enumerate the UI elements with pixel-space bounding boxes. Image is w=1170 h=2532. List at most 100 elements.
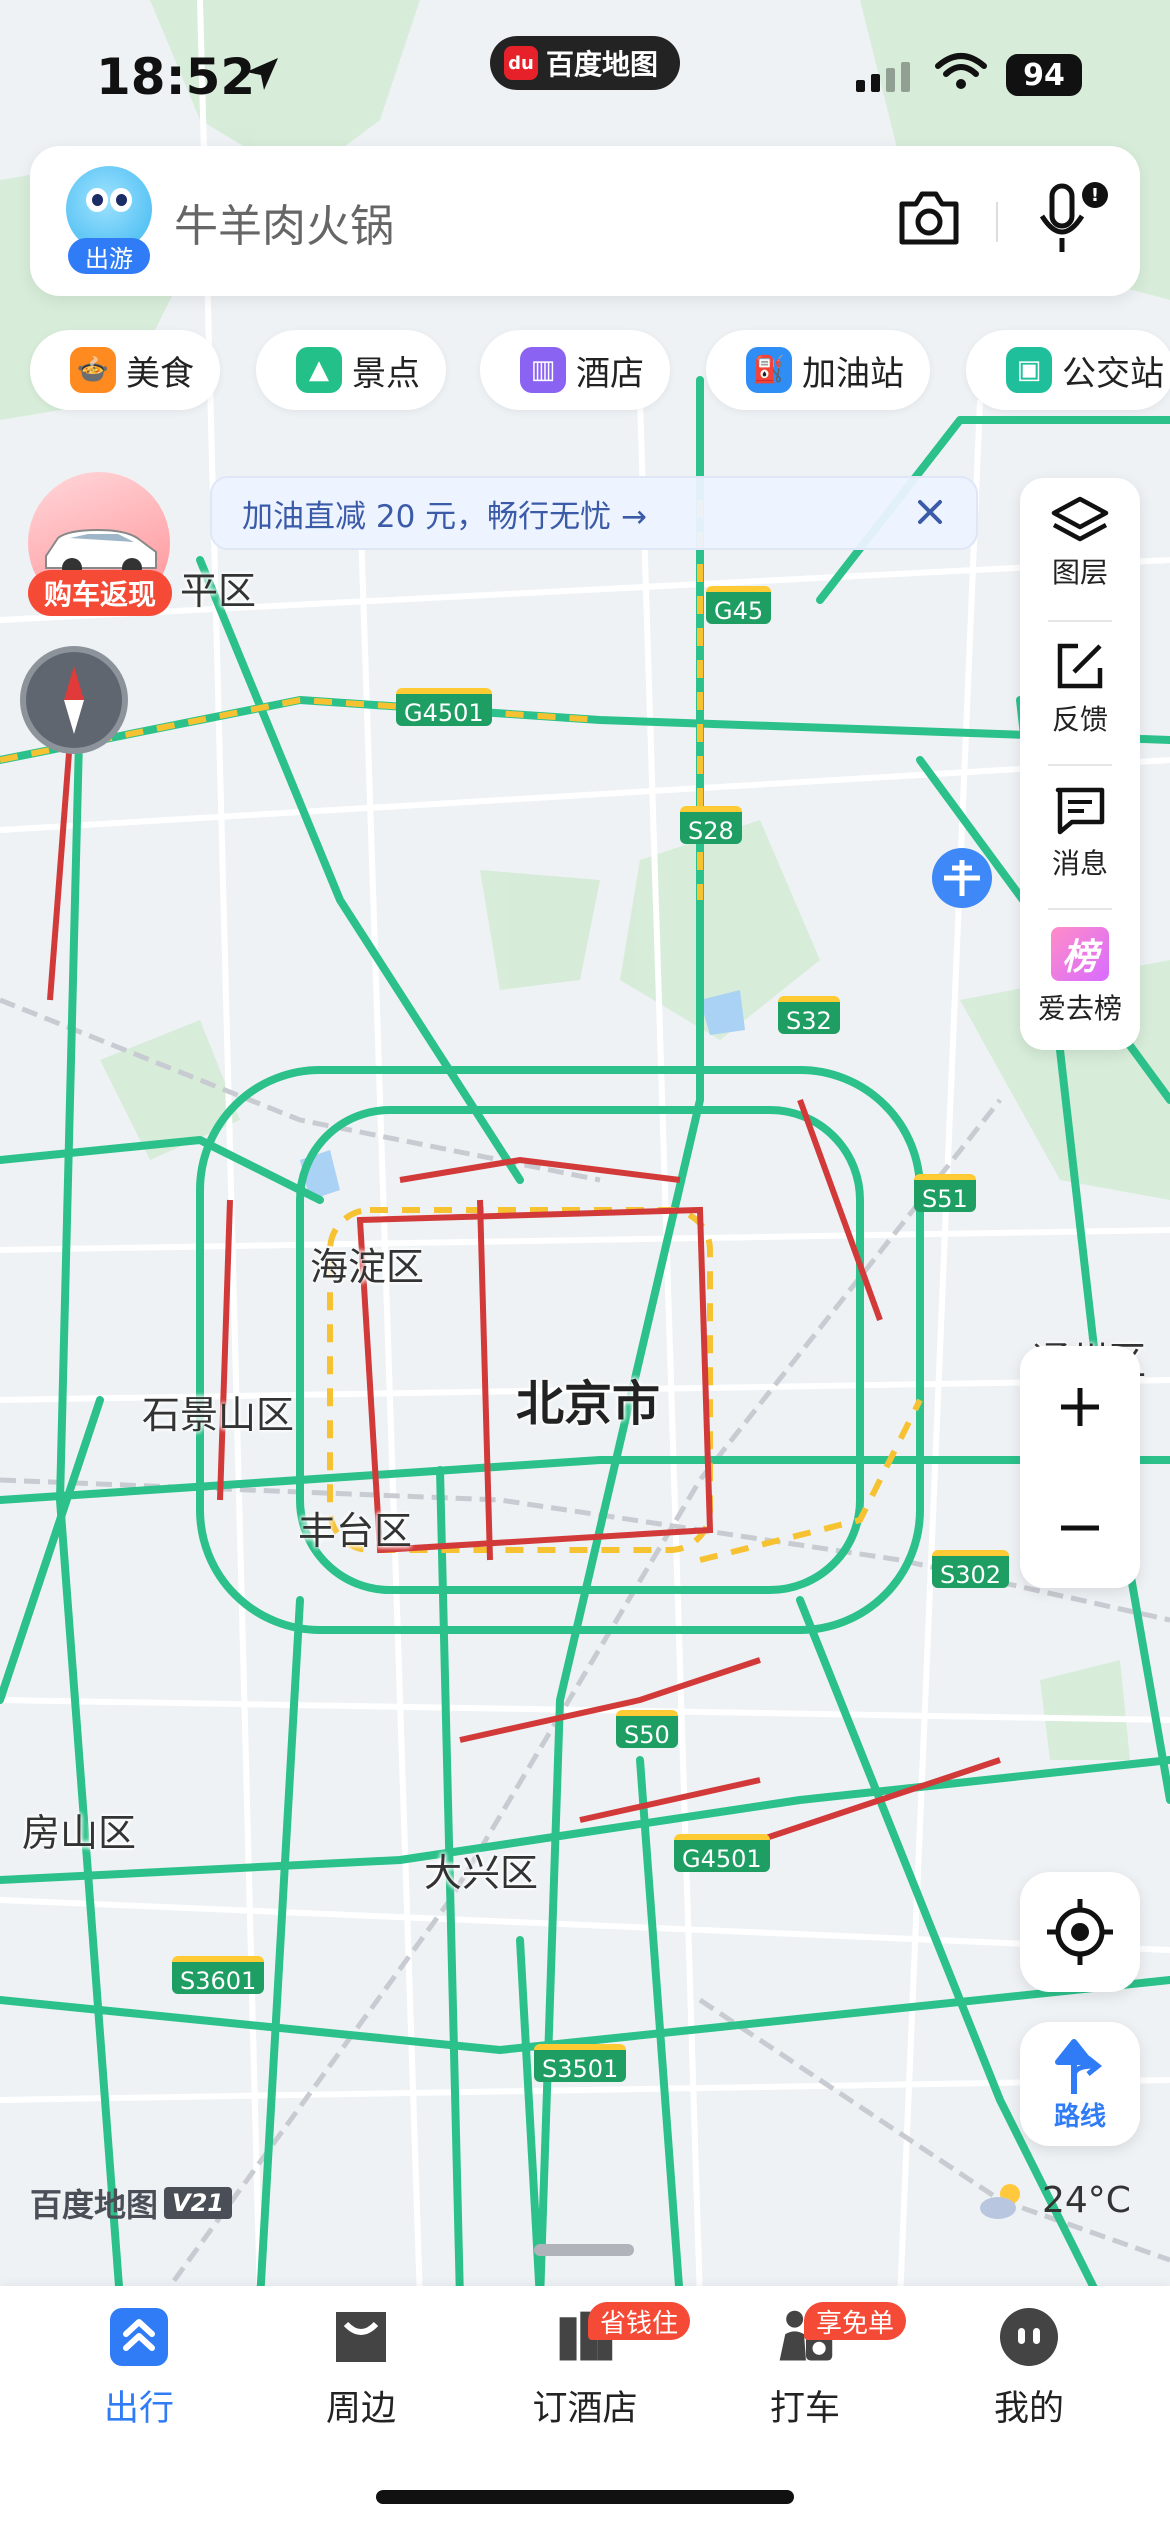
chip-label: 美食 bbox=[126, 353, 194, 394]
search-divider bbox=[996, 202, 998, 242]
road-shield: S51 bbox=[914, 1174, 976, 1213]
ranking-button[interactable]: 榜 爱去榜 bbox=[1020, 912, 1140, 1042]
zoom-in-button[interactable] bbox=[1020, 1346, 1140, 1467]
road-shield: S302 bbox=[932, 1550, 1010, 1589]
chip-label: 公交站 bbox=[1062, 353, 1164, 394]
feedback-edit-icon bbox=[1057, 643, 1103, 689]
category-chip-scenery[interactable]: ▲ 景点 bbox=[256, 330, 446, 410]
sheet-handle[interactable] bbox=[534, 2244, 634, 2256]
app-pill-label: 百度地图 bbox=[546, 48, 659, 81]
map-label-district: 海淀区 bbox=[310, 1245, 425, 1289]
crosshair-icon bbox=[1047, 1899, 1113, 1965]
message-icon bbox=[1055, 787, 1105, 835]
map-label-district: 房山区 bbox=[22, 1811, 137, 1855]
car-cashback-label[interactable]: 购车返现 bbox=[28, 570, 172, 616]
tab-profile[interactable]: 我的 bbox=[954, 2306, 1104, 2431]
tab-label: 出行 bbox=[103, 2389, 174, 2429]
minus-icon bbox=[1061, 1525, 1099, 1530]
tab-badge-savings: 省钱住 bbox=[588, 2302, 691, 2340]
food-icon: 🍲 bbox=[70, 347, 116, 393]
map-watermark: 百度地图 V21 bbox=[30, 2180, 232, 2226]
location-arrow-icon bbox=[246, 58, 278, 90]
layers-icon bbox=[1051, 496, 1109, 542]
route-label: 路线 bbox=[1053, 2101, 1106, 2132]
road-shield: S32 bbox=[778, 996, 840, 1035]
camera-icon[interactable] bbox=[896, 188, 962, 248]
watermark-version: V21 bbox=[164, 2187, 232, 2219]
status-time: 18:52 bbox=[96, 48, 256, 106]
fuel-promo-banner[interactable]: 加油直减 20 元，畅行无忧 → bbox=[210, 476, 978, 550]
category-chip-gas-station[interactable]: ⛽ 加油站 bbox=[706, 330, 930, 410]
road-shield: S50 bbox=[616, 1710, 678, 1749]
watermark-brand: 百度地图 bbox=[30, 2186, 159, 2224]
chip-label: 景点 bbox=[352, 353, 420, 394]
map-label-district: 大兴区 bbox=[424, 1851, 539, 1895]
tab-book-hotel[interactable]: 订酒店 省钱住 bbox=[510, 2302, 691, 2431]
nearby-icon bbox=[330, 2306, 392, 2368]
map-label-district: 丰台区 bbox=[298, 1509, 413, 1553]
road-shield: S3501 bbox=[534, 2044, 627, 2083]
search-bar[interactable]: 出游 牛羊肉火锅 ! bbox=[30, 146, 1140, 296]
route-arrow-icon bbox=[1055, 2038, 1103, 2094]
close-icon[interactable] bbox=[910, 492, 950, 532]
cellular-signal-icon bbox=[856, 62, 910, 92]
category-chip-food[interactable]: 🍲 美食 bbox=[30, 330, 220, 410]
chip-label: 加油站 bbox=[802, 353, 904, 394]
ranking-label: 爱去榜 bbox=[1037, 992, 1122, 1025]
notification-dot-icon: ! bbox=[1082, 182, 1108, 208]
map-label-district: 石景山区 bbox=[142, 1393, 295, 1437]
route-button[interactable]: 路线 bbox=[1020, 2022, 1140, 2146]
layers-label: 图层 bbox=[1051, 556, 1108, 589]
map-label-city: 北京市 bbox=[516, 1376, 661, 1432]
profile-face-icon bbox=[998, 2306, 1060, 2368]
road-shield: S28 bbox=[680, 806, 742, 845]
road-shield: G45 bbox=[706, 586, 772, 625]
messages-button[interactable]: 消息 bbox=[1020, 768, 1140, 898]
tab-badge-free-ride: 享免单 bbox=[804, 2302, 907, 2340]
category-chip-bus-stop[interactable]: ▣ 公交站 bbox=[966, 330, 1170, 410]
feedback-button[interactable]: 反馈 bbox=[1020, 624, 1140, 754]
compass-needle-icon bbox=[64, 666, 84, 734]
tab-label: 打车 bbox=[769, 2389, 840, 2429]
baidu-map-logo-icon: du bbox=[504, 46, 538, 80]
tab-nearby[interactable]: 周边 bbox=[286, 2306, 436, 2431]
home-indicator[interactable] bbox=[376, 2490, 794, 2504]
app-return-pill[interactable]: du 百度地图 bbox=[490, 36, 681, 90]
layers-button[interactable]: 图层 bbox=[1020, 478, 1140, 608]
tab-travel[interactable]: 出行 bbox=[64, 2306, 214, 2431]
temperature: 24°C bbox=[1042, 2179, 1131, 2221]
locate-me-button[interactable] bbox=[1020, 1872, 1140, 1992]
wifi-icon bbox=[935, 53, 987, 89]
tab-label: 我的 bbox=[993, 2389, 1064, 2429]
feedback-label: 反馈 bbox=[1051, 703, 1108, 736]
tab-label: 订酒店 bbox=[532, 2389, 638, 2429]
battery-indicator: 94 bbox=[1006, 54, 1082, 96]
chip-label: 酒店 bbox=[576, 353, 644, 394]
panel-divider bbox=[1048, 908, 1112, 910]
road-shield: S3601 bbox=[172, 1956, 265, 1995]
plus-icon bbox=[1061, 1387, 1099, 1426]
compass-icon[interactable] bbox=[20, 646, 128, 754]
panel-divider bbox=[1048, 620, 1112, 622]
search-input[interactable]: 牛羊肉火锅 bbox=[174, 190, 394, 254]
map-tools-panel: 图层 反馈 消息 榜 爱去榜 bbox=[1020, 478, 1140, 1050]
messages-label: 消息 bbox=[1051, 847, 1108, 880]
map-label-district: 平区 bbox=[180, 569, 257, 613]
road-shield: G4501 bbox=[396, 688, 492, 727]
weather-widget[interactable]: 24°C bbox=[976, 2178, 1131, 2222]
partly-cloudy-icon bbox=[980, 2184, 1020, 2219]
bus-stop-icon: ▣ bbox=[1006, 347, 1052, 393]
hotel-icon: ▥ bbox=[520, 347, 566, 393]
category-chip-hotel[interactable]: ▥ 酒店 bbox=[480, 330, 670, 410]
gas-station-icon: ⛽ bbox=[746, 347, 792, 393]
ranking-icon: 榜 bbox=[1051, 927, 1109, 981]
road-shield: G4501 bbox=[674, 1834, 770, 1873]
zoom-out-button[interactable] bbox=[1020, 1467, 1140, 1588]
airport-icon bbox=[932, 848, 992, 908]
travel-mode-badge[interactable]: 出游 bbox=[68, 238, 150, 274]
promo-text: 加油直减 20 元，畅行无忧 → bbox=[242, 498, 647, 535]
scenery-icon: ▲ bbox=[296, 347, 342, 393]
tab-taxi[interactable]: 打车 享免单 bbox=[730, 2302, 907, 2431]
panel-divider bbox=[1048, 764, 1112, 766]
zoom-controls bbox=[1020, 1346, 1140, 1588]
